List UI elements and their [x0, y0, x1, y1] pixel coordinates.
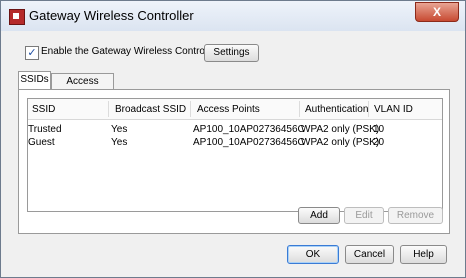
cell-vlan-id: 20 [373, 137, 385, 148]
cell-authentication: WPA2 only (PSK) [301, 124, 380, 135]
remove-button[interactable]: Remove [388, 207, 443, 224]
settings-button[interactable]: Settings [204, 44, 259, 62]
cancel-button[interactable]: Cancel [345, 245, 394, 264]
help-button[interactable]: Help [400, 245, 447, 264]
ssids-panel: SSID Broadcast SSID Access Points Authen… [18, 89, 450, 234]
table-header: SSID Broadcast SSID Access Points Authen… [28, 99, 442, 120]
column-divider [108, 101, 109, 117]
ssid-table: SSID Broadcast SSID Access Points Authen… [27, 98, 443, 212]
cell-authentication: WPA2 only (PSK) [301, 137, 380, 148]
enable-controller-label: Enable the Gateway Wireless Controller [41, 46, 219, 57]
cell-ssid: Guest [28, 137, 55, 148]
column-header-authentication[interactable]: Authentication [305, 104, 368, 115]
cell-access-points: AP100_10AP02736456C [193, 137, 305, 148]
column-divider [190, 101, 191, 117]
enable-controller-checkbox[interactable]: ✓ [25, 46, 39, 60]
cell-broadcast-ssid: Yes [111, 137, 128, 148]
ok-button[interactable]: OK [287, 245, 339, 264]
cell-ssid: Trusted [28, 124, 62, 135]
edit-button[interactable]: Edit [344, 207, 384, 224]
close-button[interactable]: X [415, 2, 459, 22]
tab-access-points[interactable]: Access Points [51, 73, 114, 103]
table-row[interactable]: Guest Yes AP100_10AP02736456C WPA2 only … [28, 137, 442, 149]
add-button[interactable]: Add [298, 207, 340, 224]
cell-vlan-id: 10 [373, 124, 385, 135]
title-bar[interactable]: Gateway Wireless Controller X [1, 1, 465, 31]
column-header-vlan-id[interactable]: VLAN ID [374, 104, 413, 115]
column-header-access-points[interactable]: Access Points [197, 104, 260, 115]
tab-ssids[interactable]: SSIDs [18, 71, 51, 89]
column-header-ssid[interactable]: SSID [32, 104, 55, 115]
window-title: Gateway Wireless Controller [29, 8, 194, 23]
column-divider [368, 101, 369, 117]
dialog-window: Gateway Wireless Controller X ✓ Enable t… [0, 0, 466, 278]
cell-access-points: AP100_10AP02736456C [193, 124, 305, 135]
column-header-broadcast-ssid[interactable]: Broadcast SSID [115, 104, 186, 115]
app-icon [9, 9, 25, 25]
cell-broadcast-ssid: Yes [111, 124, 128, 135]
column-divider [299, 101, 300, 117]
table-row[interactable]: Trusted Yes AP100_10AP02736456C WPA2 onl… [28, 124, 442, 136]
